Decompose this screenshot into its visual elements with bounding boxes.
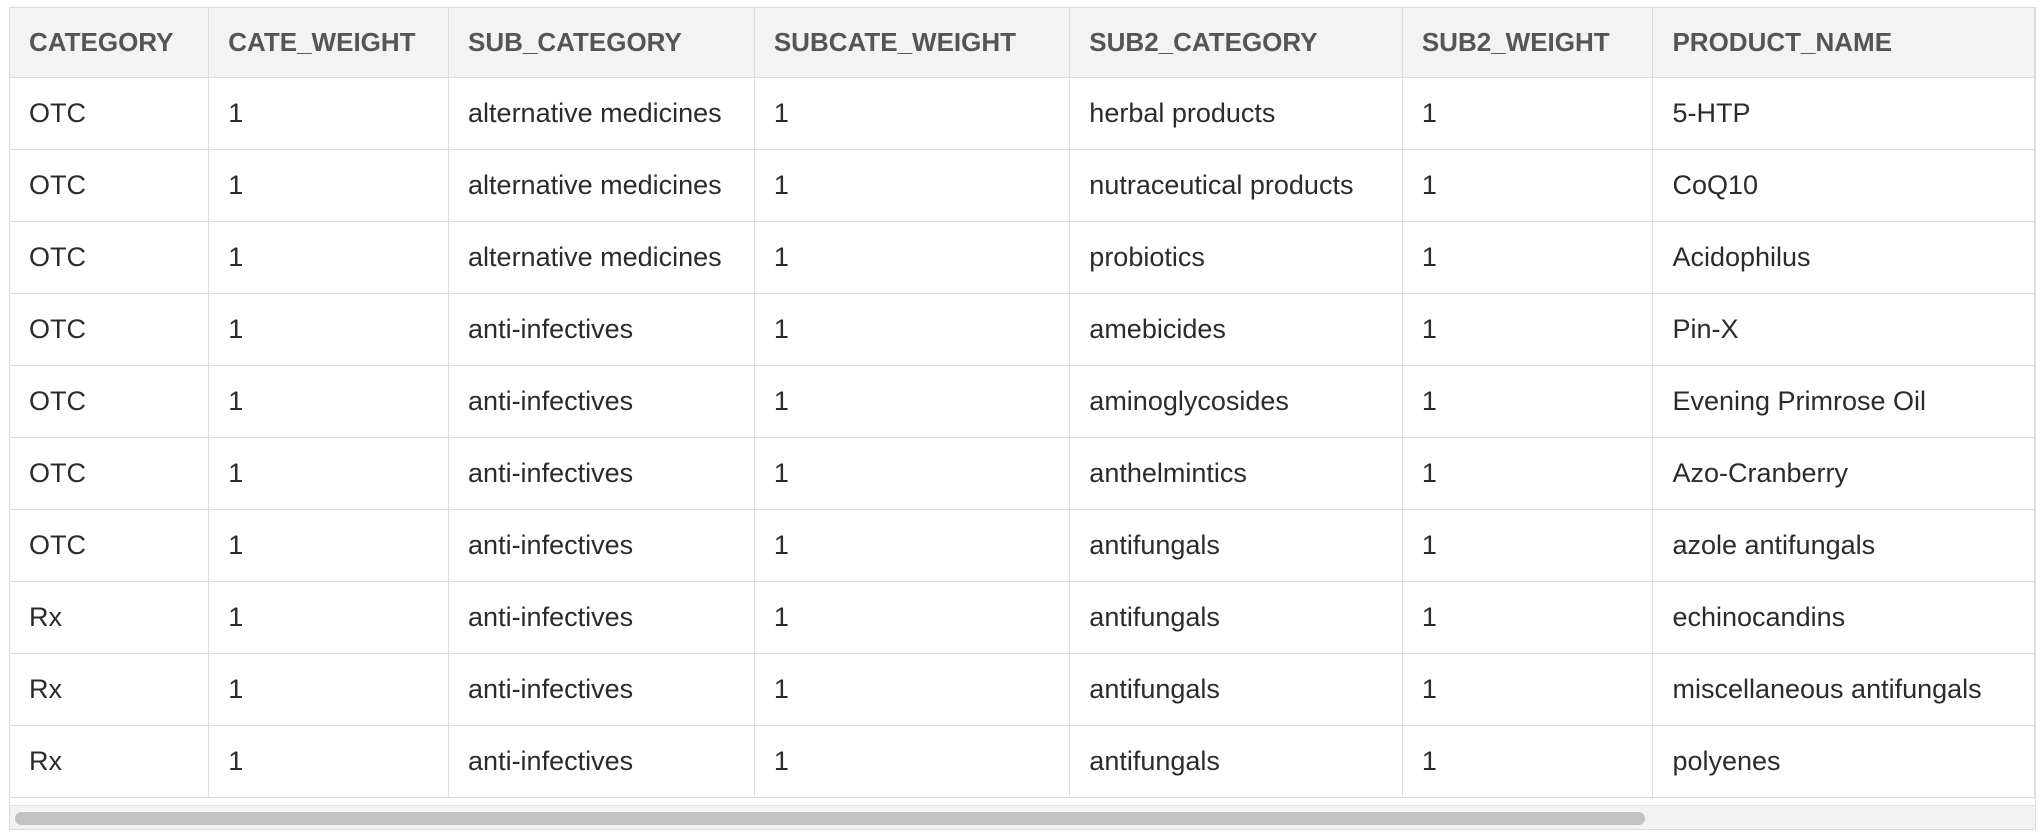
table-row[interactable]: OTC 1 anti-infectives 1 aminoglycosides 1 Even… [10,364,2035,438]
cell-product-name: Evening Primrose Oil [1652,364,2035,438]
cell-sub2-weight: 1 [1401,220,1654,294]
results-table: CATEGORY CATE_WEIGHT SUB_CATEGORY SUBCAT… [10,8,2035,798]
cell-category: OTC [10,76,210,150]
cell-sub2-weight: 1 [1401,580,1654,654]
cell-subcate-weight: 1 [753,724,1071,798]
cell-cate-weight: 1 [208,364,450,438]
cell-category: OTC [10,364,210,438]
cell-sub-category: anti-infectives [448,580,755,654]
cell-sub2-weight: 1 [1401,76,1654,150]
column-header-sub-category[interactable]: SUB_CATEGORY [448,8,755,78]
cell-cate-weight: 1 [208,220,450,294]
cell-product-name: 5-HTP [1652,76,2035,150]
cell-sub-category: anti-infectives [448,652,755,726]
cell-sub-category: alternative medicines [448,76,755,150]
table-row[interactable]: OTC 1 alternative medicines 1 herbal product… [10,76,2035,150]
cell-category: OTC [10,292,210,366]
cell-category: OTC [10,148,210,222]
cell-category: Rx [10,580,210,654]
cell-product-name: Azo-Cranberry [1652,436,2035,510]
cell-product-name: polyenes [1652,724,2035,798]
cell-product-name: CoQ10 [1652,148,2035,222]
cell-subcate-weight: 1 [753,148,1071,222]
cell-category: Rx [10,724,210,798]
cell-subcate-weight: 1 [753,364,1071,438]
cell-product-name: miscellaneous antifungals [1652,652,2035,726]
column-header-cate-weight[interactable]: CATE_WEIGHT [208,8,450,78]
horizontal-scrollbar[interactable] [10,805,2035,829]
cell-product-name: azole antifungals [1652,508,2035,582]
cell-sub2-weight: 1 [1401,436,1654,510]
cell-sub2-category: antifungals [1069,580,1403,654]
cell-cate-weight: 1 [208,292,450,366]
cell-sub2-weight: 1 [1401,652,1654,726]
cell-sub-category: anti-infectives [448,724,755,798]
table-row[interactable]: OTC 1 anti-infectives 1 antifungals 1 azole an… [10,508,2035,582]
cell-category: OTC [10,508,210,582]
column-header-sub2-weight[interactable]: SUB2_WEIGHT [1401,8,1654,78]
cell-product-name: Pin-X [1652,292,2035,366]
cell-sub2-category: antifungals [1069,508,1403,582]
cell-sub2-weight: 1 [1401,292,1654,366]
cell-sub-category: alternative medicines [448,220,755,294]
cell-cate-weight: 1 [208,76,450,150]
cell-sub2-category: nutraceutical products [1069,148,1403,222]
table-row[interactable]: Rx 1 anti-infectives 1 antifungals 1 polyenes [10,724,2035,798]
cell-subcate-weight: 1 [753,436,1071,510]
cell-sub2-category: herbal products [1069,76,1403,150]
cell-sub2-category: aminoglycosides [1069,364,1403,438]
cell-subcate-weight: 1 [753,652,1071,726]
table-row[interactable]: OTC 1 anti-infectives 1 anthelmintics 1 Azo-Cr… [10,436,2035,510]
cell-sub-category: anti-infectives [448,436,755,510]
cell-sub2-weight: 1 [1401,364,1654,438]
scrollbar-thumb[interactable] [15,812,1645,825]
cell-cate-weight: 1 [208,652,450,726]
column-header-category[interactable]: CATEGORY [10,8,210,78]
column-header-product-name[interactable]: PRODUCT_NAME [1652,8,2035,78]
cell-category: OTC [10,220,210,294]
header-row: CATEGORY CATE_WEIGHT SUB_CATEGORY SUBCAT… [10,8,2035,78]
cell-subcate-weight: 1 [753,580,1071,654]
cell-sub2-weight: 1 [1401,508,1654,582]
table-row[interactable]: Rx 1 anti-infectives 1 antifungals 1 echinocan… [10,580,2035,654]
cell-sub-category: anti-infectives [448,364,755,438]
cell-sub2-category: amebicides [1069,292,1403,366]
table-row[interactable]: OTC 1 alternative medicines 1 probiotics 1 Aci… [10,220,2035,294]
cell-sub2-category: probiotics [1069,220,1403,294]
cell-cate-weight: 1 [208,580,450,654]
cell-category: Rx [10,652,210,726]
cell-subcate-weight: 1 [753,220,1071,294]
column-header-sub2-category[interactable]: SUB2_CATEGORY [1069,8,1403,78]
table-row[interactable]: Rx 1 anti-infectives 1 antifungals 1 miscellan… [10,652,2035,726]
column-header-subcate-weight[interactable]: SUBCATE_WEIGHT [753,8,1071,78]
cell-sub2-weight: 1 [1401,724,1654,798]
cell-sub2-weight: 1 [1401,148,1654,222]
cell-cate-weight: 1 [208,508,450,582]
cell-sub-category: anti-infectives [448,292,755,366]
cell-category: OTC [10,436,210,510]
cell-product-name: Acidophilus [1652,220,2035,294]
cell-product-name: echinocandins [1652,580,2035,654]
cell-cate-weight: 1 [208,724,450,798]
table-body: OTC 1 alternative medicines 1 herbal product… [10,76,2035,798]
table-row[interactable]: OTC 1 alternative medicines 1 nutraceutical … [10,148,2035,222]
cell-cate-weight: 1 [208,436,450,510]
cell-subcate-weight: 1 [753,508,1071,582]
cell-subcate-weight: 1 [753,292,1071,366]
cell-cate-weight: 1 [208,148,450,222]
cell-sub2-category: antifungals [1069,652,1403,726]
cell-subcate-weight: 1 [753,76,1071,150]
cell-sub2-category: anthelmintics [1069,436,1403,510]
cell-sub-category: anti-infectives [448,508,755,582]
cell-sub2-category: antifungals [1069,724,1403,798]
cell-sub-category: alternative medicines [448,148,755,222]
data-grid: CATEGORY CATE_WEIGHT SUB_CATEGORY SUBCAT… [9,7,2036,830]
table-row[interactable]: OTC 1 anti-infectives 1 amebicides 1 Pin-X [10,292,2035,366]
